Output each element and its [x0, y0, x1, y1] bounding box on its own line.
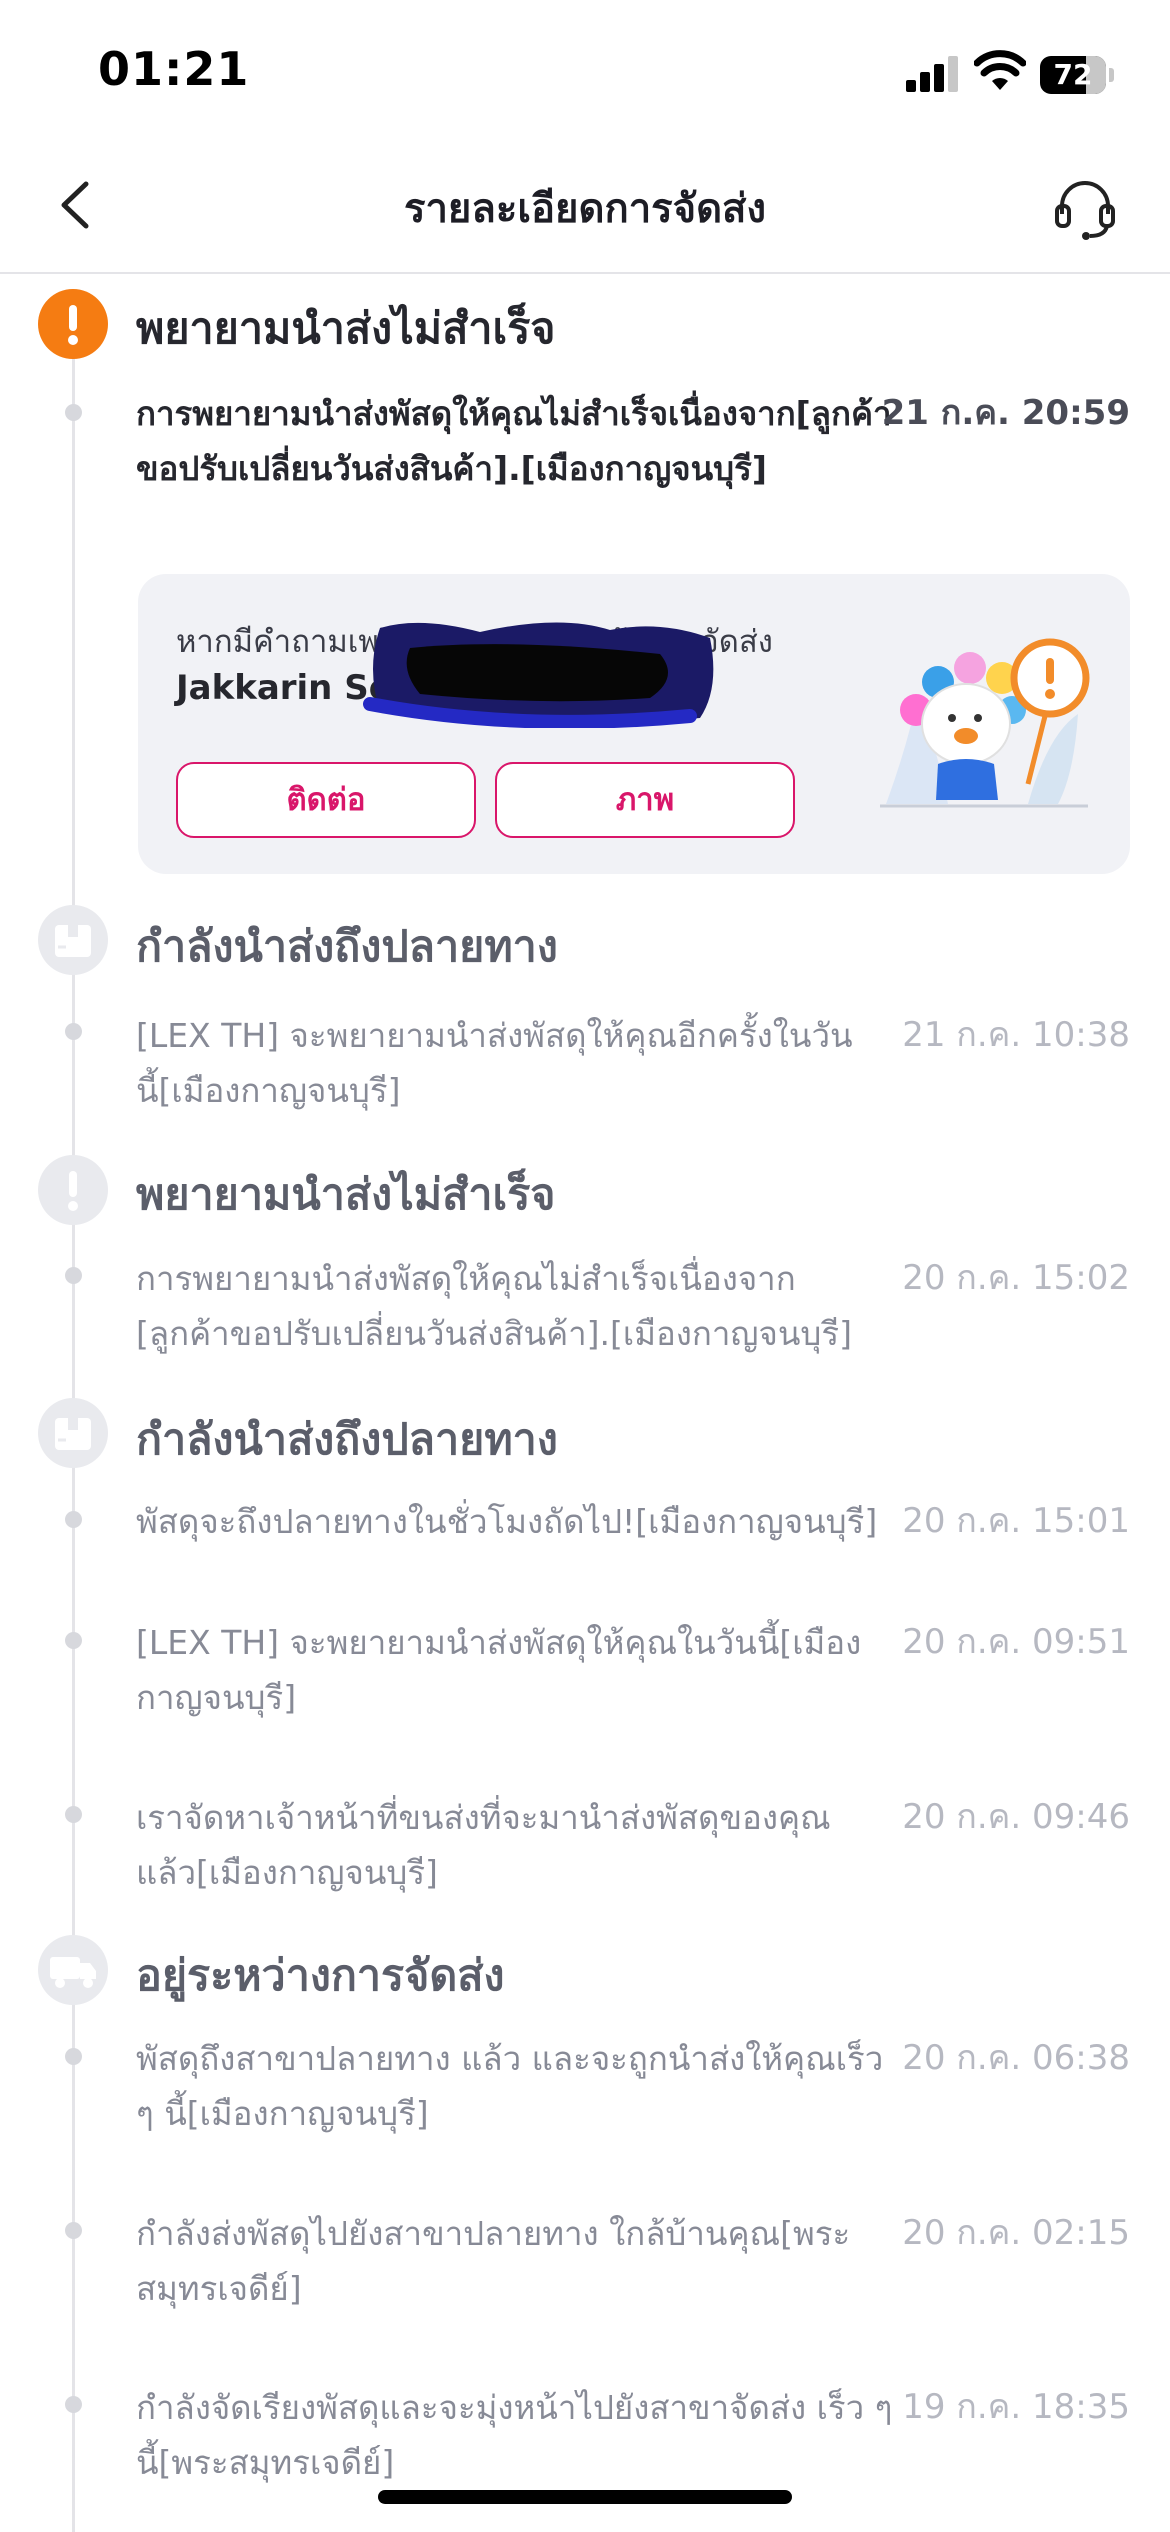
timeline-dot	[65, 2222, 82, 2239]
event-time: 20 ก.ค. 09:46	[902, 1797, 1130, 1837]
battery-icon: 72	[1040, 56, 1114, 94]
event-text: กำลังจัดเรียงพัสดุและจะมุ่งหน้าไปยังสาขา…	[136, 2388, 893, 2482]
header: รายละเอียดการจัดส่ง	[0, 140, 1170, 274]
photo-button[interactable]: ภาพ	[495, 762, 795, 838]
event-time: 21 ก.ค. 10:38	[902, 1015, 1130, 1055]
parcel-icon	[38, 905, 108, 975]
event-time: 20 ก.ค. 02:15	[902, 2213, 1130, 2253]
truck-icon	[38, 1935, 108, 2005]
timeline-dot	[65, 1267, 82, 1284]
redaction-scribble	[363, 622, 714, 728]
stage-title: กำลังนำส่งถึงปลายทาง	[136, 922, 558, 972]
event-time: 21 ก.ค. 20:59	[881, 393, 1130, 433]
event-time: 19 ก.ค. 18:35	[902, 2387, 1130, 2427]
event-text: การพยายามนำส่งพัสดุให้คุณไม่สำเร็จเนื่อง…	[136, 1259, 852, 1353]
alert-icon	[38, 289, 108, 359]
timeline-dot	[65, 1023, 82, 1040]
cellular-signal-icon	[906, 56, 962, 92]
event-time: 20 ก.ค. 06:38	[902, 2038, 1130, 2078]
event-text: เราจัดหาเจ้าหน้าที่ขนส่งที่จะมานำส่งพัสด…	[136, 1798, 831, 1892]
status-bar: 01:21 72	[0, 0, 1170, 140]
event-time: 20 ก.ค. 15:01	[902, 1501, 1130, 1541]
timeline-dot	[65, 1511, 82, 1528]
stage-title: กำลังนำส่งถึงปลายทาง	[136, 1415, 558, 1465]
stage-title: พยายามนำส่งไม่สำเร็จ	[136, 304, 556, 354]
stage-title: อยู่ระหว่างการจัดส่ง	[136, 1951, 505, 2001]
status-time: 01:21	[98, 42, 250, 96]
event-time: 20 ก.ค. 09:51	[902, 1622, 1130, 1662]
event-text: พัสดุถึงสาขาปลายทาง แล้ว และจะถูกนำส่งให…	[136, 2039, 884, 2133]
mascot-illustration	[880, 638, 1090, 808]
battery-level: 72	[1053, 58, 1093, 91]
alert-icon	[38, 1155, 108, 1225]
timeline-dot	[65, 404, 82, 421]
stage-title: พยายามนำส่งไม่สำเร็จ	[136, 1170, 556, 1220]
event-text: การพยายามนำส่งพัสดุให้คุณไม่สำเร็จเนื่อง…	[136, 394, 892, 488]
timeline-dot	[65, 1806, 82, 1823]
page-title: รายละเอียดการจัดส่ง	[403, 186, 766, 232]
timeline-dot	[65, 1632, 82, 1649]
event-time: 20 ก.ค. 15:02	[902, 1258, 1130, 1298]
event-text: พัสดุจะถึงปลายทางในชั่วโมงถัดไป![เมืองกา…	[136, 1502, 878, 1541]
wifi-icon	[974, 50, 1026, 90]
event-text: [LEX TH] จะพยายามนำส่งพัสดุให้คุณในวันนี…	[136, 1623, 862, 1717]
event-text: กำลังส่งพัสดุไปยังสาขาปลายทาง ใกล้บ้านคุ…	[136, 2214, 851, 2308]
customer-support-icon[interactable]	[1050, 174, 1120, 244]
timeline-dot	[65, 2048, 82, 2065]
courier-contact-card: หากมีคำถามเพนักงานจัดส่ง Jakkarin So ติด…	[138, 574, 1130, 874]
home-indicator	[378, 2490, 792, 2504]
parcel-icon	[38, 1398, 108, 1468]
contact-button[interactable]: ติดต่อ	[176, 762, 476, 838]
timeline-dot	[65, 2396, 82, 2413]
event-text: [LEX TH] จะพยายามนำส่งพัสดุให้คุณอีกครั้…	[136, 1016, 853, 1110]
